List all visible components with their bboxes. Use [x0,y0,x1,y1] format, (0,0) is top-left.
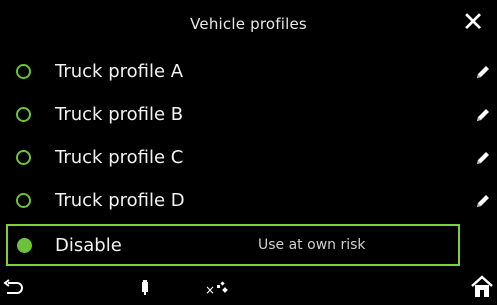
close-icon[interactable]: ✕ [461,9,485,37]
profile-label: Truck profile B [55,104,184,125]
disable-option[interactable]: Disable Use at own risk [6,224,460,266]
risk-note: Use at own risk [258,237,366,253]
profile-label: Truck profile A [55,61,184,82]
profile-label: Truck profile D [55,190,185,211]
disable-label: Disable [55,234,122,256]
profile-row-c[interactable]: Truck profile C [0,136,497,179]
profile-row-d[interactable]: Truck profile D [0,179,497,222]
gps-signal-icon: × [205,281,228,297]
pencil-icon[interactable] [474,63,492,81]
svg-text:×: × [205,283,215,297]
radio-selected-icon[interactable] [17,237,32,253]
radio-unselected-icon[interactable] [16,64,31,79]
radio-unselected-icon[interactable] [16,193,31,208]
pencil-icon[interactable] [474,149,492,167]
back-icon[interactable] [2,279,24,297]
radio-unselected-icon[interactable] [16,107,31,122]
page-title: Vehicle profiles [190,15,307,33]
profile-row-b[interactable]: Truck profile B [0,93,497,136]
pencil-icon[interactable] [474,106,492,124]
bottom-bar: × [0,270,497,305]
pencil-icon[interactable] [474,192,492,210]
profile-list: Truck profile A Truck profile B Truck pr… [0,50,497,266]
phone-battery-icon [142,280,148,295]
profile-label: Truck profile C [55,147,184,168]
profile-row-a[interactable]: Truck profile A [0,50,497,93]
header-bar: Vehicle profiles ✕ [0,0,497,48]
home-icon[interactable] [470,275,494,299]
radio-unselected-icon[interactable] [16,150,31,165]
